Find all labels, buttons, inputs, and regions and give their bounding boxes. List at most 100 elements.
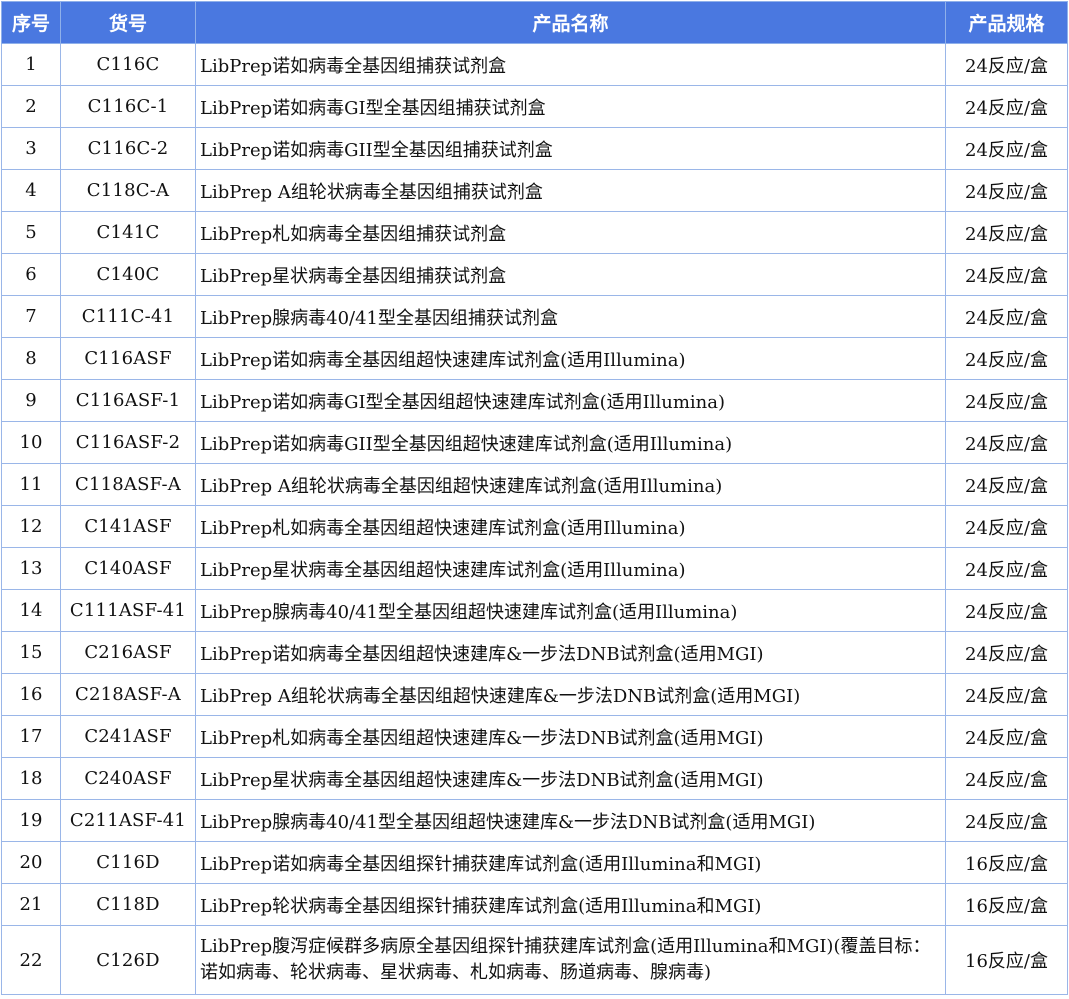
header-code: 货号 [60,1,196,44]
cell-spec: 24反应/盒 [945,85,1068,128]
cell-num: 16 [1,673,61,716]
cell-code: C116ASF-1 [60,379,196,422]
cell-code: C216ASF [60,631,196,674]
cell-spec: 24反应/盒 [945,43,1068,86]
cell-num: 18 [1,757,61,800]
table-row: 13 C140ASF LibPrep星状病毒全基因组超快速建库试剂盒(适用Illum… [1,547,1068,590]
table-row: 2 C116C-1 LibPrep诺如病毒GI型全基因组捕获试剂盒 24反应/盒 [1,85,1068,128]
table-row: 11 C118ASF-A LibPrep A组轮状病毒全基因组超快速建库试剂盒(适用… [1,463,1068,506]
cell-num: 3 [1,127,61,170]
cell-num: 5 [1,211,61,254]
cell-name: LibPrep A组轮状病毒全基因组超快速建库&一步法DNB试剂盒(适用MGI) [195,673,946,716]
cell-code: C240ASF [60,757,196,800]
cell-code: C141C [60,211,196,254]
table-row: 18 C240ASF LibPrep星状病毒全基因组超快速建库&一步法DNB试剂盒(… [1,757,1068,800]
cell-spec: 24反应/盒 [945,421,1068,464]
header-spec: 产品规格 [945,1,1068,44]
cell-code: C126D [60,925,196,995]
cell-code: C140C [60,253,196,296]
cell-num: 14 [1,589,61,632]
table-row: 20 C116D LibPrep诺如病毒全基因组探针捕获建库试剂盒(适用Illumi… [1,841,1068,884]
cell-spec: 24反应/盒 [945,547,1068,590]
cell-num: 9 [1,379,61,422]
header-num: 序号 [1,1,61,44]
cell-name: LibPrep腹泻症候群多病原全基因组探针捕获建库试剂盒(适用Illumina和… [195,925,946,995]
product-table: 序号 货号 产品名称 产品规格 1 C116C LibPrep诺如病毒全基因组捕获试… [1,1,1068,995]
table-row: 5 C141C LibPrep札如病毒全基因组捕获试剂盒 24反应/盒 [1,211,1068,254]
table-row: 9 C116ASF-1 LibPrep诺如病毒GI型全基因组超快速建库试剂盒(适用I… [1,379,1068,422]
cell-code: C116C-1 [60,85,196,128]
table-row: 10 C116ASF-2 LibPrep诺如病毒GII型全基因组超快速建库试剂盒(适… [1,421,1068,464]
cell-spec: 16反应/盒 [945,841,1068,884]
cell-name: LibPrep星状病毒全基因组捕获试剂盒 [195,253,946,296]
cell-num: 13 [1,547,61,590]
cell-spec: 24反应/盒 [945,127,1068,170]
cell-name: LibPrep腺病毒40/41型全基因组捕获试剂盒 [195,295,946,338]
cell-name: LibPrep A组轮状病毒全基因组捕获试剂盒 [195,169,946,212]
cell-name: LibPrep诺如病毒全基因组探针捕获建库试剂盒(适用Illumina和MGI) [195,841,946,884]
table-row: 17 C241ASF LibPrep札如病毒全基因组超快速建库&一步法DNB试剂盒(… [1,715,1068,758]
table-row: 4 C118C-A LibPrep A组轮状病毒全基因组捕获试剂盒 24反应/盒 [1,169,1068,212]
cell-name: LibPrep腺病毒40/41型全基因组超快速建库试剂盒(适用Illumina) [195,589,946,632]
cell-name: LibPrep诺如病毒GI型全基因组超快速建库试剂盒(适用Illumina) [195,379,946,422]
cell-code: C111ASF-41 [60,589,196,632]
table-row: 19 C211ASF-41 LibPrep腺病毒40/41型全基因组超快速建库&一步… [1,799,1068,842]
cell-code: C116C-2 [60,127,196,170]
cell-name: LibPrep星状病毒全基因组超快速建库试剂盒(适用Illumina) [195,547,946,590]
cell-num: 22 [1,925,61,995]
cell-spec: 24反应/盒 [945,799,1068,842]
cell-name: LibPrep札如病毒全基因组超快速建库试剂盒(适用Illumina) [195,505,946,548]
cell-name: LibPrep腺病毒40/41型全基因组超快速建库&一步法DNB试剂盒(适用MG… [195,799,946,842]
cell-num: 1 [1,43,61,86]
cell-name: LibPrep A组轮状病毒全基因组超快速建库试剂盒(适用Illumina) [195,463,946,506]
cell-code: C116D [60,841,196,884]
cell-code: C218ASF-A [60,673,196,716]
table-row: 3 C116C-2 LibPrep诺如病毒GII型全基因组捕获试剂盒 24反应/盒 [1,127,1068,170]
cell-spec: 16反应/盒 [945,883,1068,926]
table-row: 1 C116C LibPrep诺如病毒全基因组捕获试剂盒 24反应/盒 [1,43,1068,86]
table-body: 1 C116C LibPrep诺如病毒全基因组捕获试剂盒 24反应/盒 2 C116C-1… [1,43,1068,995]
cell-code: C140ASF [60,547,196,590]
cell-spec: 24反应/盒 [945,253,1068,296]
cell-spec: 24反应/盒 [945,211,1068,254]
table-row: 6 C140C LibPrep星状病毒全基因组捕获试剂盒 24反应/盒 [1,253,1068,296]
cell-num: 11 [1,463,61,506]
cell-spec: 24反应/盒 [945,169,1068,212]
table-row: 7 C111C-41 LibPrep腺病毒40/41型全基因组捕获试剂盒 24反应/盒 [1,295,1068,338]
table-row: 8 C116ASF LibPrep诺如病毒全基因组超快速建库试剂盒(适用Illumi… [1,337,1068,380]
cell-name: LibPrep札如病毒全基因组捕获试剂盒 [195,211,946,254]
cell-num: 7 [1,295,61,338]
cell-spec: 24反应/盒 [945,589,1068,632]
cell-code: C211ASF-41 [60,799,196,842]
table-row: 12 C141ASF LibPrep札如病毒全基因组超快速建库试剂盒(适用Illum… [1,505,1068,548]
cell-code: C111C-41 [60,295,196,338]
cell-code: C141ASF [60,505,196,548]
cell-code: C118D [60,883,196,926]
cell-spec: 24反应/盒 [945,295,1068,338]
cell-code: C116ASF-2 [60,421,196,464]
cell-name: LibPrep轮状病毒全基因组探针捕获建库试剂盒(适用Illumina和MGI) [195,883,946,926]
cell-spec: 24反应/盒 [945,631,1068,674]
cell-name: LibPrep诺如病毒全基因组超快速建库试剂盒(适用Illumina) [195,337,946,380]
cell-name: LibPrep诺如病毒GII型全基因组超快速建库试剂盒(适用Illumina) [195,421,946,464]
cell-name: LibPrep诺如病毒全基因组超快速建库&一步法DNB试剂盒(适用MGI) [195,631,946,674]
cell-spec: 24反应/盒 [945,757,1068,800]
header-row: 序号 货号 产品名称 产品规格 [1,1,1068,44]
table-row: 16 C218ASF-A LibPrep A组轮状病毒全基因组超快速建库&一步法DN… [1,673,1068,716]
cell-spec: 16反应/盒 [945,925,1068,995]
cell-name: LibPrep诺如病毒全基因组捕获试剂盒 [195,43,946,86]
cell-num: 15 [1,631,61,674]
cell-code: C241ASF [60,715,196,758]
cell-name: LibPrep诺如病毒GI型全基因组捕获试剂盒 [195,85,946,128]
cell-num: 4 [1,169,61,212]
cell-spec: 24反应/盒 [945,379,1068,422]
cell-num: 20 [1,841,61,884]
cell-num: 6 [1,253,61,296]
cell-name: LibPrep星状病毒全基因组超快速建库&一步法DNB试剂盒(适用MGI) [195,757,946,800]
cell-num: 8 [1,337,61,380]
cell-name: LibPrep札如病毒全基因组超快速建库&一步法DNB试剂盒(适用MGI) [195,715,946,758]
cell-spec: 24反应/盒 [945,463,1068,506]
cell-spec: 24反应/盒 [945,673,1068,716]
cell-spec: 24反应/盒 [945,715,1068,758]
cell-spec: 24反应/盒 [945,505,1068,548]
